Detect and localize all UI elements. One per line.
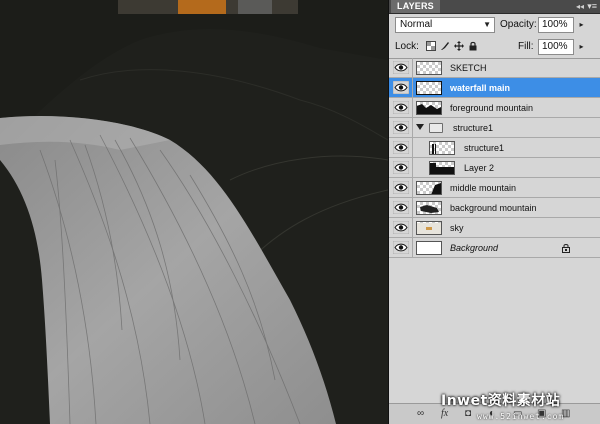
link-layers-icon[interactable]: ∞ <box>417 408 424 419</box>
lock-image-pixels-icon[interactable] <box>440 41 450 51</box>
row-separator <box>412 158 413 178</box>
mountain-silhouette-icon <box>417 104 441 114</box>
layer-row-foreground-mountain[interactable]: foreground mountain <box>389 98 600 118</box>
layer-name: middle mountain <box>450 183 517 193</box>
visibility-eye-icon[interactable] <box>393 181 409 194</box>
layer-row-background-mountain[interactable]: background mountain <box>389 198 600 218</box>
layer-name: structure1 <box>453 123 494 133</box>
layer-row-middle-mountain[interactable]: middle mountain <box>389 178 600 198</box>
lock-label: Lock: <box>395 41 419 52</box>
layer-name: background mountain <box>450 203 537 213</box>
layer-thumbnail <box>429 161 455 175</box>
layer-row-structure1[interactable]: structure1 <box>389 138 600 158</box>
layer-thumbnail <box>416 201 442 215</box>
layer-name: Layer 2 <box>464 163 495 173</box>
fill-label: Fill: <box>518 41 534 52</box>
visibility-eye-icon[interactable] <box>393 201 409 214</box>
row-separator <box>412 138 413 158</box>
document-canvas[interactable] <box>0 0 388 424</box>
layer-group-structure1[interactable]: structure1 <box>389 118 600 138</box>
panel-menu-icon[interactable]: ▾≡ <box>587 0 597 13</box>
layer-row-background[interactable]: Background <box>389 238 600 258</box>
lock-all-icon[interactable] <box>468 41 478 51</box>
layer-thumbnail <box>429 141 455 155</box>
layer-name: foreground mountain <box>450 103 534 113</box>
layer-thumbnail <box>416 101 442 115</box>
tab-layers[interactable]: LAYERS <box>391 0 440 13</box>
expand-triangle-icon[interactable] <box>416 124 424 130</box>
watermark-text: Inwet资料素材站 <box>441 393 561 409</box>
lock-fill-row: Lock: Fill: 100% ▸ <box>389 36 600 59</box>
row-separator <box>412 98 413 118</box>
structure-shape-icon <box>430 163 454 174</box>
chevron-down-icon: ▼ <box>483 20 491 29</box>
visibility-eye-icon[interactable] <box>393 101 409 114</box>
visibility-eye-icon[interactable] <box>393 241 409 254</box>
layer-name: Background <box>450 243 499 253</box>
opacity-field[interactable]: 100% <box>538 17 574 33</box>
fill-stepper-icon[interactable]: ▸ <box>576 39 587 55</box>
blend-mode-value: Normal <box>400 19 433 30</box>
lock-transparent-pixels-icon[interactable] <box>426 41 436 51</box>
visibility-eye-icon[interactable] <box>393 81 409 94</box>
blend-opacity-row: Normal ▼ Opacity: 100% ▸ <box>389 14 600 36</box>
layers-bottom-toolbar: ∞ fx ◘ ◐ ▭ ▣ ▥ Inwet资料素材站 www.52inwet.co… <box>389 393 600 424</box>
structure-shape-icon <box>432 144 436 154</box>
panel-tab-bar: LAYERS ◂◂ ▾≡ <box>389 0 600 14</box>
layer-name: SKETCH <box>450 63 487 73</box>
mountain-silhouette-icon <box>431 183 441 194</box>
opacity-stepper-icon[interactable]: ▸ <box>576 17 587 33</box>
row-separator <box>412 118 413 138</box>
row-separator <box>412 58 413 78</box>
visibility-eye-icon[interactable] <box>393 161 409 174</box>
sky-gradient-icon <box>417 223 441 234</box>
layer-thumbnail <box>416 241 442 255</box>
visibility-eye-icon[interactable] <box>393 61 409 74</box>
layer-thumbnail <box>416 61 442 75</box>
row-separator <box>412 178 413 198</box>
row-separator <box>412 218 413 238</box>
visibility-eye-icon[interactable] <box>393 121 409 134</box>
layer-row-waterfall-main[interactable]: waterfall main <box>389 78 600 98</box>
layer-name: waterfall main <box>450 83 511 93</box>
lock-position-icon[interactable] <box>454 41 464 51</box>
mountain-silhouette-icon <box>420 205 439 213</box>
folder-icon <box>429 123 443 133</box>
painting-artwork <box>0 0 388 424</box>
visibility-eye-icon[interactable] <box>393 221 409 234</box>
layer-name: structure1 <box>464 143 505 153</box>
layer-thumbnail <box>416 221 442 235</box>
row-separator <box>412 198 413 218</box>
row-separator <box>412 238 413 258</box>
fill-field[interactable]: 100% <box>538 39 574 55</box>
layer-row-layer-2[interactable]: Layer 2 <box>389 158 600 178</box>
layer-row-sketch[interactable]: SKETCH <box>389 58 600 78</box>
opacity-label: Opacity: <box>500 19 537 30</box>
layer-thumbnail <box>416 181 442 195</box>
lock-icon <box>562 243 570 253</box>
blend-mode-select[interactable]: Normal ▼ <box>395 17 495 33</box>
row-separator <box>412 78 413 98</box>
collapse-panel-icon[interactable]: ◂◂ <box>576 0 584 13</box>
layers-panel: LAYERS ◂◂ ▾≡ Normal ▼ Opacity: 100% ▸ Lo… <box>388 0 600 424</box>
layer-row-sky[interactable]: sky <box>389 218 600 238</box>
layer-thumbnail <box>416 81 442 95</box>
layer-name: sky <box>450 223 464 233</box>
watermark-url: www.52inwet.com <box>477 412 565 421</box>
visibility-eye-icon[interactable] <box>393 141 409 154</box>
